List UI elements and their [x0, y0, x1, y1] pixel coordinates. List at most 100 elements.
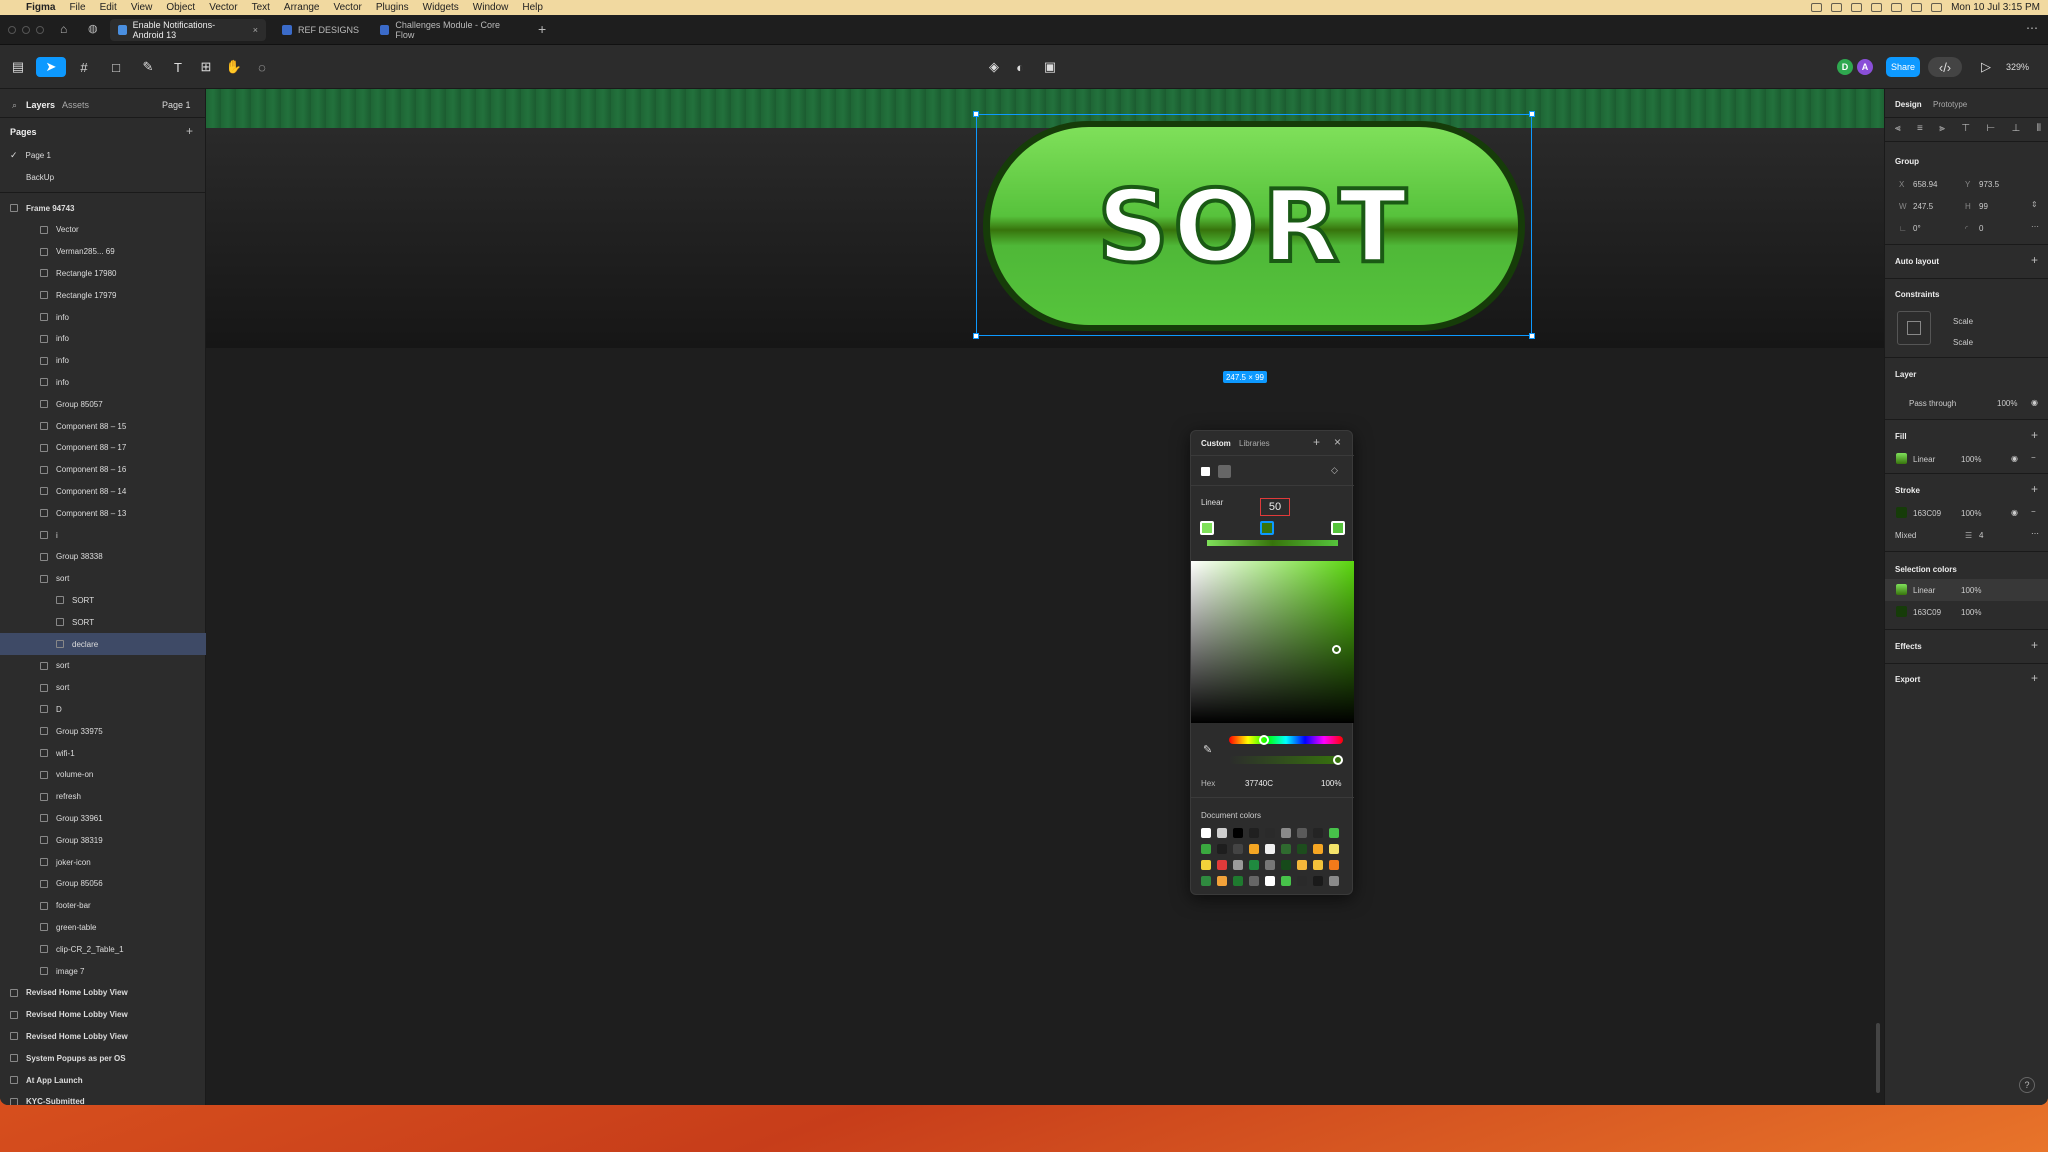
color-format-select[interactable]: Hex	[1201, 779, 1215, 788]
layer-row[interactable]: Frame 94743	[0, 197, 206, 219]
window-close-button[interactable]	[8, 26, 16, 34]
document-color-swatch[interactable]	[1329, 828, 1339, 838]
document-color-swatch[interactable]	[1281, 876, 1291, 886]
document-color-swatch[interactable]	[1217, 876, 1227, 886]
eye-icon[interactable]: ◉	[2011, 508, 2018, 517]
layer-row[interactable]: Verman285... 69	[0, 241, 206, 263]
layer-row[interactable]: SORT	[0, 589, 206, 611]
layer-row[interactable]: Component 88 – 16	[0, 459, 206, 481]
layer-row[interactable]: Group 33961	[0, 807, 206, 829]
fill-swatch[interactable]	[1896, 453, 1907, 464]
add-auto-layout-icon[interactable]: +	[2031, 253, 2038, 267]
avatar[interactable]: A	[1857, 59, 1873, 75]
hex-input[interactable]: 37740C	[1245, 779, 1273, 788]
menu-plugins[interactable]: Plugins	[369, 2, 416, 13]
layer-row[interactable]: Group 85056	[0, 873, 206, 895]
eye-icon[interactable]: ◉	[2011, 454, 2018, 463]
gradient-stop-selected[interactable]	[1260, 521, 1274, 535]
resize-handle[interactable]	[1529, 111, 1535, 117]
constrain-proportions-icon[interactable]: ⇕	[2031, 200, 2038, 209]
layer-row[interactable]: D	[0, 698, 206, 720]
menu-help[interactable]: Help	[515, 2, 550, 13]
resize-handle[interactable]	[1529, 333, 1535, 339]
menu-object[interactable]: Object	[159, 2, 202, 13]
layer-row[interactable]: volume-on	[0, 764, 206, 786]
home-icon[interactable]: ⌂	[60, 22, 67, 36]
resize-handle[interactable]	[973, 111, 979, 117]
menu-edit[interactable]: Edit	[93, 2, 124, 13]
help-button[interactable]: ?	[2019, 1077, 2035, 1093]
status-icon[interactable]	[1851, 3, 1863, 12]
comment-tool-icon[interactable]: ◌	[252, 57, 272, 77]
layer-row[interactable]: KYC-Submitted	[0, 1091, 206, 1105]
search-icon[interactable]: ⌕	[12, 100, 17, 111]
layer-row[interactable]: wifi-1	[0, 742, 206, 764]
remove-stroke-icon[interactable]: −	[2031, 507, 2036, 516]
menu-vector-2[interactable]: Vector	[327, 2, 369, 13]
align-right-icon[interactable]: ⫸	[1939, 123, 1945, 134]
constraints-widget[interactable]	[1897, 311, 1931, 345]
shape-tool-icon[interactable]: □	[106, 57, 126, 77]
tab-prototype[interactable]: Prototype	[1933, 100, 1967, 109]
rotation-input[interactable]: 0°	[1913, 224, 1921, 233]
add-style-icon[interactable]: +	[1313, 435, 1320, 449]
layer-row[interactable]: info	[0, 371, 206, 393]
document-color-swatch[interactable]	[1249, 876, 1259, 886]
layer-row[interactable]: sort	[0, 568, 206, 590]
window-zoom-button[interactable]	[36, 26, 44, 34]
menu-window[interactable]: Window	[466, 2, 516, 13]
page-item[interactable]: ✓ Page 1	[0, 144, 206, 166]
menubar-clock[interactable]: Mon 10 Jul 3:15 PM	[1951, 2, 2040, 13]
eye-icon[interactable]: ◉	[2031, 398, 2038, 407]
frame-tool-icon[interactable]: #	[74, 57, 94, 77]
layer-row[interactable]: Component 88 – 17	[0, 437, 206, 459]
eyedropper-icon[interactable]: ✎	[1203, 743, 1212, 756]
document-color-swatch[interactable]	[1217, 844, 1227, 854]
search-icon[interactable]	[1911, 3, 1923, 12]
fill-type[interactable]: Linear	[1913, 455, 1935, 464]
document-color-swatch[interactable]	[1329, 876, 1339, 886]
layer-row[interactable]: Component 88 – 15	[0, 415, 206, 437]
layer-row[interactable]: info	[0, 306, 206, 328]
document-color-swatch[interactable]	[1265, 828, 1275, 838]
layer-row[interactable]: Vector	[0, 219, 206, 241]
document-color-swatch[interactable]	[1313, 876, 1323, 886]
document-color-swatch[interactable]	[1249, 828, 1259, 838]
document-color-swatch[interactable]	[1281, 828, 1291, 838]
document-color-swatch[interactable]	[1313, 860, 1323, 870]
stroke-color[interactable]: 163C09	[1913, 509, 1941, 518]
layer-row[interactable]: Group 33975	[0, 720, 206, 742]
document-color-swatch[interactable]	[1313, 828, 1323, 838]
document-color-swatch[interactable]	[1233, 844, 1243, 854]
dev-mode-toggle[interactable]: ‹/›	[1928, 57, 1962, 77]
layer-row[interactable]: System Popups as per OS	[0, 1047, 206, 1069]
hue-slider[interactable]	[1229, 735, 1343, 745]
status-icon[interactable]	[1811, 3, 1823, 12]
main-menu-icon[interactable]: ▤	[8, 57, 28, 77]
canvas[interactable]: SORT 247.5 × 99	[206, 89, 1884, 1105]
document-color-swatch[interactable]	[1297, 876, 1307, 886]
component-icon[interactable]: ◈	[984, 57, 1004, 77]
document-color-swatch[interactable]	[1249, 860, 1259, 870]
blend-mode-select[interactable]: Pass through	[1909, 399, 1956, 408]
more-icon[interactable]: ⋯	[2026, 21, 2038, 35]
selection-color-row[interactable]: Linear 100%	[1885, 579, 2048, 601]
saturation-handle[interactable]	[1332, 645, 1341, 654]
blend-mode-icon[interactable]: ◇	[1331, 465, 1338, 476]
y-input[interactable]: 973.5	[1979, 180, 1999, 189]
saturation-field[interactable]	[1191, 561, 1354, 723]
layer-row[interactable]: Group 85057	[0, 393, 206, 415]
add-stroke-icon[interactable]: +	[2031, 482, 2038, 496]
layer-row[interactable]: i	[0, 524, 206, 546]
x-input[interactable]: 658.94	[1913, 180, 1937, 189]
add-export-icon[interactable]: +	[2031, 671, 2038, 685]
page-item[interactable]: BackUp	[0, 166, 206, 188]
align-bottom-icon[interactable]: ⊥	[2012, 123, 2021, 134]
layer-row[interactable]: Component 88 – 14	[0, 480, 206, 502]
share-button[interactable]: Share	[1886, 57, 1920, 77]
document-color-swatch[interactable]	[1329, 844, 1339, 854]
tab-assets[interactable]: Assets	[62, 100, 89, 110]
opacity-input[interactable]: 100%	[1321, 779, 1341, 788]
document-color-swatch[interactable]	[1233, 828, 1243, 838]
layer-row[interactable]: info	[0, 328, 206, 350]
